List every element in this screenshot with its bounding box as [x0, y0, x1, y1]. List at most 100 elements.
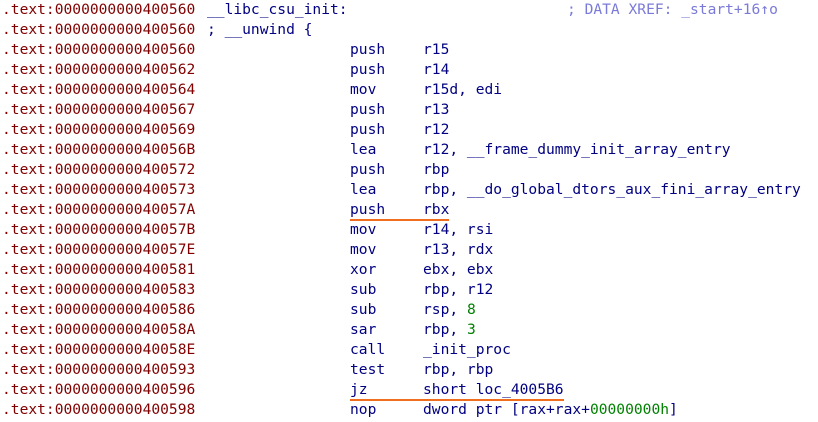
address[interactable]: .text:0000000000400596 [2, 380, 195, 400]
address[interactable]: .text:000000000040056B [2, 140, 195, 160]
instruction-line[interactable]: .text:000000000040058E call _init_proc [0, 340, 818, 360]
mnemonic[interactable]: push [350, 100, 385, 120]
operand-register: rsp, [423, 301, 467, 318]
mnemonic[interactable]: test [350, 360, 385, 380]
operand-register: dword ptr [rax+rax+ [423, 401, 590, 418]
operands[interactable]: rbp, __do_global_dtors_aux_fini_array_en… [423, 180, 801, 200]
mnemonic[interactable]: mov [350, 220, 376, 240]
operand-register: r13, rdx [423, 241, 494, 258]
operands[interactable]: rbp, rbp [423, 360, 493, 380]
operands[interactable]: rsp, 8 [423, 300, 476, 320]
mnemonic[interactable]: push [350, 40, 385, 60]
address[interactable]: .text:0000000000400572 [2, 160, 195, 180]
address[interactable]: .text:000000000040057E [2, 240, 195, 260]
address[interactable]: .text:000000000040057A [2, 200, 195, 220]
instruction-line[interactable]: .text:000000000040056B lea r12, __frame_du… [0, 140, 818, 160]
mnemonic[interactable]: lea [350, 140, 376, 160]
instruction-line[interactable]: .text:0000000000400562 push r14 [0, 60, 818, 80]
instruction-line[interactable]: .text:0000000000400564 mov r15d, edi [0, 80, 818, 100]
address[interactable]: .text:0000000000400560 [2, 40, 195, 60]
xref-comment[interactable]: ; DATA XREF: _start+16↑o [567, 0, 778, 20]
mnemonic[interactable]: push [350, 120, 385, 140]
address[interactable]: .text:0000000000400560 [2, 0, 195, 20]
instruction-line[interactable]: .text:0000000000400560 push r15 [0, 40, 818, 60]
instruction-line[interactable]: .text:000000000040057B mov r14, rsi [0, 220, 818, 240]
mnemonic[interactable]: push [350, 60, 385, 80]
address[interactable]: .text:0000000000400598 [2, 400, 195, 420]
address[interactable]: .text:0000000000400562 [2, 60, 195, 80]
mnemonic[interactable]: nop [350, 400, 376, 420]
mnemonic[interactable]: sar [350, 320, 376, 340]
operands[interactable]: r12, __frame_dummy_init_array_entry [423, 140, 731, 160]
function-label[interactable]: __libc_csu_init: [207, 0, 348, 20]
listing-line-header[interactable]: .text:0000000000400560 __libc_csu_init: ; … [0, 0, 818, 20]
instruction-line[interactable]: .text:0000000000400581 xor ebx, ebx [0, 260, 818, 280]
operands[interactable]: ebx, ebx [423, 260, 493, 280]
operand-symbol[interactable]: rbp, __do_global_dtors_aux_fini_array_en… [423, 181, 801, 198]
mnemonic[interactable]: mov [350, 80, 376, 100]
instruction-line[interactable]: .text:000000000040057A push rbx [0, 200, 818, 221]
operands[interactable]: r15 [423, 40, 449, 60]
operands[interactable]: dword ptr [rax+rax+00000000h] [423, 400, 678, 420]
instruction-line[interactable]: .text:0000000000400567 push r13 [0, 100, 818, 120]
operand-register: r15 [423, 41, 450, 58]
instruction-line[interactable]: .text:0000000000400596 jz short loc_4005B6 [0, 380, 818, 401]
address[interactable]: .text:0000000000400564 [2, 80, 195, 100]
mnemonic[interactable]: xor [350, 260, 376, 280]
mnemonic[interactable]: jz [350, 380, 368, 400]
operands[interactable]: r14, rsi [423, 220, 493, 240]
address[interactable]: .text:000000000040058A [2, 320, 195, 340]
mnemonic[interactable]: lea [350, 180, 376, 200]
operands[interactable]: _init_proc [423, 340, 511, 360]
mnemonic[interactable]: sub [350, 300, 376, 320]
instruction-line[interactable]: .text:0000000000400598 nop dword ptr [rax+… [0, 400, 818, 420]
operand-number: 00000000h [589, 401, 670, 418]
mnemonic[interactable]: sub [350, 280, 376, 300]
operands[interactable]: rbp [423, 160, 449, 180]
mnemonic[interactable]: push [350, 160, 385, 180]
operands[interactable]: r13, rdx [423, 240, 493, 260]
address[interactable]: .text:0000000000400586 [2, 300, 195, 320]
operands[interactable]: r14 [423, 60, 449, 80]
instruction-line[interactable]: .text:000000000040057E mov r13, rdx [0, 240, 818, 260]
operand-register: rbp, r12 [423, 281, 494, 298]
operands[interactable]: rbp, 3 [423, 320, 476, 340]
operands[interactable]: short loc_4005B6 [423, 380, 564, 400]
operand-register: r14 [423, 61, 450, 78]
instruction-line[interactable]: .text:0000000000400593 test rbp, rbp [0, 360, 818, 380]
operand-register: ] [669, 401, 678, 418]
instruction-line[interactable]: .text:0000000000400586 sub rsp, 8 [0, 300, 818, 320]
operand-register: rbp, [423, 321, 467, 338]
disassembly-listing[interactable]: .text:0000000000400560 __libc_csu_init: ; … [0, 0, 818, 422]
instruction-line[interactable]: .text:0000000000400583 sub rbp, r12 [0, 280, 818, 300]
address[interactable]: .text:000000000040058E [2, 340, 195, 360]
operands[interactable]: rbp, r12 [423, 280, 493, 300]
operands[interactable]: r15d, edi [423, 80, 502, 100]
mnemonic[interactable]: mov [350, 240, 376, 260]
instruction-line[interactable]: .text:0000000000400573 lea rbp, __do_globa… [0, 180, 818, 200]
address[interactable]: .text:0000000000400583 [2, 280, 195, 300]
operand-symbol[interactable]: short loc_4005B6 [423, 381, 564, 398]
instruction-line[interactable]: .text:000000000040058A sar rbp, 3 [0, 320, 818, 340]
address[interactable]: .text:0000000000400573 [2, 180, 195, 200]
operand-symbol[interactable]: _init_proc [423, 341, 511, 358]
operand-register: r14, rsi [423, 221, 494, 238]
mnemonic[interactable]: push [350, 200, 385, 220]
operands[interactable]: r12 [423, 120, 449, 140]
operand-number: 8 [466, 301, 476, 318]
address[interactable]: .text:0000000000400560 [2, 20, 195, 40]
instruction-line[interactable]: .text:0000000000400572 push rbp [0, 160, 818, 180]
address[interactable]: .text:000000000040057B [2, 220, 195, 240]
operands[interactable]: r13 [423, 100, 449, 120]
listing-line-header[interactable]: .text:0000000000400560 ; __unwind { [0, 20, 818, 40]
address[interactable]: .text:0000000000400569 [2, 120, 195, 140]
operands[interactable]: rbx [423, 200, 449, 220]
mnemonic[interactable]: call [350, 340, 385, 360]
address[interactable]: .text:0000000000400581 [2, 260, 195, 280]
instruction-line[interactable]: .text:0000000000400569 push r12 [0, 120, 818, 140]
address[interactable]: .text:0000000000400567 [2, 100, 195, 120]
operand-number: 3 [466, 321, 476, 338]
operand-symbol[interactable]: r12, __frame_dummy_init_array_entry [423, 141, 731, 158]
address[interactable]: .text:0000000000400593 [2, 360, 195, 380]
operand-register: r13 [423, 101, 450, 118]
